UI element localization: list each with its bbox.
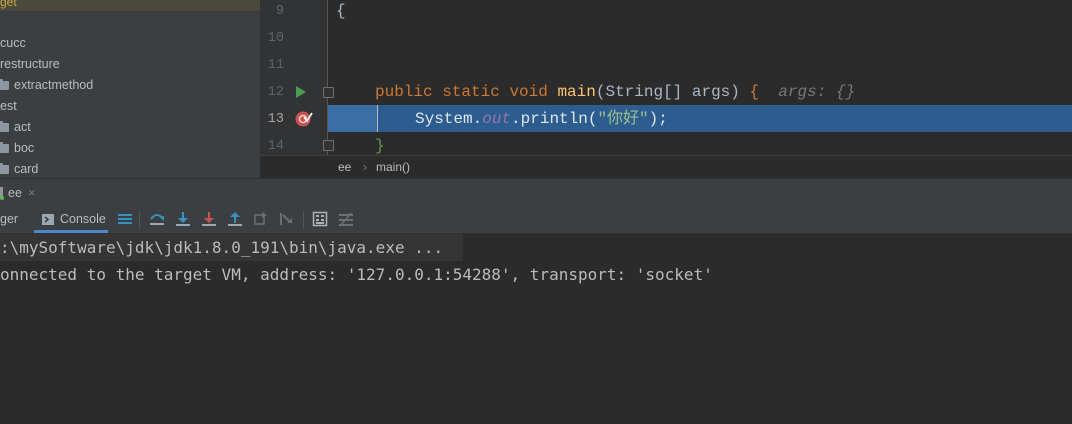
folder-icon xyxy=(0,121,9,132)
session-running-icon xyxy=(0,196,4,200)
fold-marker-icon[interactable] xyxy=(323,87,334,98)
evaluate-expression-icon[interactable] xyxy=(312,211,328,227)
tab-console[interactable]: Console xyxy=(34,206,108,233)
line-number: 11 xyxy=(267,58,284,73)
gutter-separator xyxy=(327,0,328,155)
console-command-line: :\mySoftware\jdk\jdk1.8.0_191\bin\java.e… xyxy=(0,234,463,261)
tree-item-est[interactable]: est xyxy=(0,96,17,117)
tree-item-boc[interactable]: boc xyxy=(0,138,34,159)
folder-icon xyxy=(0,163,9,174)
trace-stream-icon[interactable] xyxy=(338,211,354,227)
line-number: 12 xyxy=(267,85,284,100)
drop-frame-icon[interactable] xyxy=(253,211,269,227)
text-cursor xyxy=(377,105,378,132)
tab-debugger[interactable]: ger xyxy=(0,206,18,233)
tree-item-label: cucc xyxy=(0,36,26,50)
console-icon xyxy=(42,214,54,225)
console-output-line: onnected to the target VM, address: '127… xyxy=(0,265,713,284)
breadcrumb-method[interactable]: main() xyxy=(376,156,410,179)
tree-item-label: act xyxy=(14,120,31,134)
breadcrumb-separator-icon: › xyxy=(363,160,367,174)
project-tree: get cucc restructure extractmethod est a… xyxy=(0,0,260,178)
tree-item-act[interactable]: act xyxy=(0,117,31,138)
close-icon[interactable]: × xyxy=(28,179,36,207)
console-output[interactable]: :\mySoftware\jdk\jdk1.8.0_191\bin\java.e… xyxy=(0,234,1072,424)
show-execution-point-icon[interactable] xyxy=(117,211,133,227)
debug-toolbar: ger Console xyxy=(0,206,1072,234)
tree-item-label: card xyxy=(14,162,39,176)
toolbar-separator xyxy=(303,212,304,228)
tree-item-extractmethod[interactable]: extractmethod xyxy=(0,75,93,96)
code-line-9: { xyxy=(336,2,346,20)
fold-marker-icon[interactable] xyxy=(323,140,334,151)
tab-console-label: Console xyxy=(60,212,106,226)
line-number: 9 xyxy=(275,4,284,19)
step-into-icon[interactable] xyxy=(175,211,191,227)
breadcrumb: ee › main() xyxy=(260,155,1072,179)
run-gutter-icon[interactable] xyxy=(295,86,307,98)
execution-point-highlight xyxy=(328,105,377,132)
line-number: 13 xyxy=(267,112,284,127)
tree-item-label: extractmethod xyxy=(14,78,94,92)
folder-icon xyxy=(0,79,9,90)
tree-selected-row[interactable]: get xyxy=(0,0,260,11)
code-line-13: System.out.println("你好"); xyxy=(415,110,668,128)
code-line-12: public static void main(String[] args) {… xyxy=(375,83,856,101)
inline-value-hint: args: {} xyxy=(778,83,856,101)
tree-item-card[interactable]: card xyxy=(0,159,38,178)
tree-item-label: boc xyxy=(14,141,35,155)
tree-item-restructure[interactable]: restructure xyxy=(0,54,60,75)
active-tab-indicator xyxy=(34,230,108,233)
run-to-cursor-icon[interactable] xyxy=(279,211,295,227)
tree-selected-label: get xyxy=(0,0,17,9)
folder-icon xyxy=(0,142,9,153)
tree-item-label: est xyxy=(0,99,17,113)
tree-item-cucc[interactable]: cucc xyxy=(0,33,26,54)
breadcrumb-class[interactable]: ee xyxy=(338,156,351,179)
breakpoint-icon[interactable] xyxy=(295,110,313,128)
force-step-into-icon[interactable] xyxy=(201,211,217,227)
step-out-icon[interactable] xyxy=(227,211,243,227)
step-over-icon[interactable] xyxy=(149,211,165,227)
line-number: 10 xyxy=(267,31,284,46)
debug-session-tab[interactable]: ee xyxy=(8,179,22,207)
toolbar-separator xyxy=(139,212,140,228)
debug-session-bar: ee × xyxy=(0,178,1072,208)
tree-item-label: restructure xyxy=(0,57,60,71)
